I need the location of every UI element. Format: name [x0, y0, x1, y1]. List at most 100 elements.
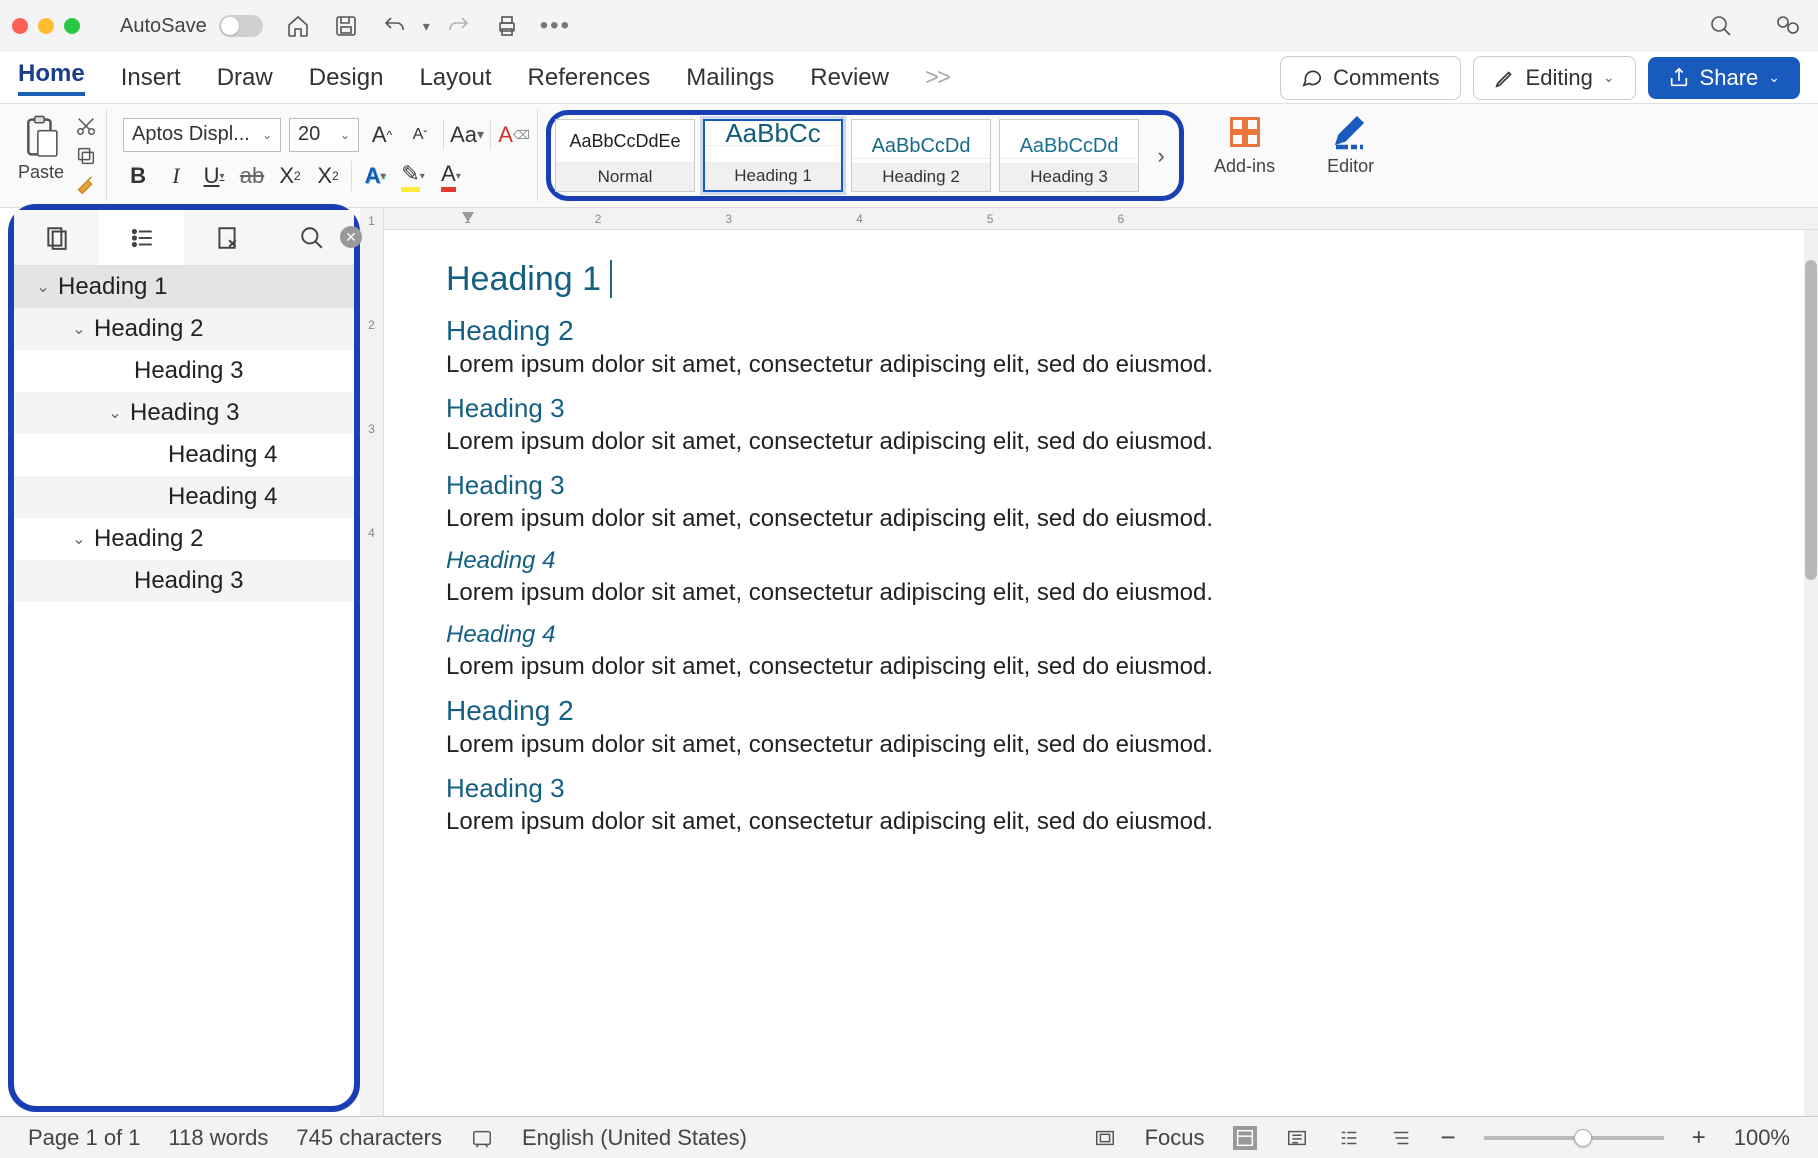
doc-heading[interactable]: Heading 4 — [446, 621, 1804, 649]
word-count[interactable]: 118 words — [169, 1125, 269, 1151]
chevron-down-icon[interactable]: ⌄ — [68, 529, 90, 549]
outline-view-icon[interactable] — [1337, 1126, 1361, 1150]
doc-heading[interactable]: Heading 3 — [446, 393, 1804, 424]
page-count[interactable]: Page 1 of 1 — [28, 1125, 141, 1151]
style-normal[interactable]: AaBbCcDdEeNormal — [555, 119, 695, 192]
tab-mailings[interactable]: Mailings — [686, 64, 774, 92]
close-window-icon[interactable] — [12, 18, 28, 34]
style-heading-2[interactable]: AaBbCcDdHeading 2 — [851, 119, 991, 192]
outline-item[interactable]: ⌄Heading 2 — [14, 518, 354, 560]
tab-home[interactable]: Home — [18, 60, 85, 96]
draft-view-icon[interactable] — [1389, 1126, 1413, 1150]
close-pane-icon[interactable]: ✕ — [340, 226, 362, 248]
chevron-down-icon[interactable]: ⌄ — [68, 319, 90, 339]
font-size-selector[interactable]: 20⌄ — [289, 118, 359, 152]
document-page[interactable]: Heading 1 Heading 2 Lorem ipsum dolor sit… — [384, 230, 1804, 1116]
style-heading-3[interactable]: AaBbCcDdHeading 3 — [999, 119, 1139, 192]
doc-paragraph[interactable]: Lorem ipsum dolor sit amet, consectetur … — [446, 428, 1804, 456]
change-case-icon[interactable]: Aa▾ — [452, 120, 482, 150]
tab-draw[interactable]: Draw — [217, 64, 273, 92]
doc-paragraph[interactable]: Lorem ipsum dolor sit amet, consectetur … — [446, 731, 1804, 759]
doc-paragraph[interactable]: Lorem ipsum dolor sit amet, consectetur … — [446, 351, 1804, 379]
thumbnails-tab[interactable] — [14, 210, 99, 265]
copy-icon[interactable] — [74, 144, 98, 168]
focus-label[interactable]: Focus — [1145, 1125, 1205, 1151]
outline-item[interactable]: Heading 3 — [14, 560, 354, 602]
share-button[interactable]: Share ⌄ — [1648, 57, 1800, 99]
zoom-out-button[interactable]: − — [1441, 1122, 1456, 1153]
superscript-button[interactable]: X2 — [313, 161, 343, 191]
undo-icon[interactable] — [381, 13, 407, 39]
tab-layout[interactable]: Layout — [419, 64, 491, 92]
fullscreen-window-icon[interactable] — [64, 18, 80, 34]
minimize-window-icon[interactable] — [38, 18, 54, 34]
font-color-icon[interactable]: A▾ — [436, 161, 466, 191]
outline-item[interactable]: ⌄Heading 3 — [14, 392, 354, 434]
tab-review[interactable]: Review — [810, 64, 889, 92]
doc-paragraph[interactable]: Lorem ipsum dolor sit amet, consectetur … — [446, 579, 1804, 607]
web-layout-icon[interactable] — [1285, 1126, 1309, 1150]
char-count[interactable]: 745 characters — [296, 1125, 442, 1151]
doc-paragraph[interactable]: Lorem ipsum dolor sit amet, consectetur … — [446, 653, 1804, 681]
tab-design[interactable]: Design — [309, 64, 384, 92]
style-heading-1[interactable]: AaBbCcHeading 1 — [703, 119, 843, 192]
headings-tab[interactable] — [99, 210, 184, 265]
doc-heading[interactable]: Heading 3 — [446, 773, 1804, 804]
subscript-button[interactable]: X2 — [275, 161, 305, 191]
more-icon[interactable]: ••• — [540, 12, 571, 40]
format-painter-icon[interactable] — [74, 174, 98, 198]
cut-icon[interactable] — [74, 114, 98, 138]
chevron-down-icon[interactable]: ⌄ — [32, 277, 54, 297]
comments-button[interactable]: Comments — [1280, 56, 1460, 100]
underline-button[interactable]: U▾ — [199, 161, 229, 191]
strikethrough-button[interactable]: ab — [237, 161, 267, 191]
account-icon[interactable] — [1774, 13, 1800, 39]
highlight-icon[interactable]: ✎▾ — [398, 161, 428, 191]
italic-button[interactable]: I — [161, 161, 191, 191]
chevron-down-icon[interactable]: ⌄ — [104, 403, 126, 423]
outline-item[interactable]: Heading 4 — [14, 476, 354, 518]
doc-heading[interactable]: Heading 4 — [446, 547, 1804, 575]
outline-item[interactable]: Heading 3 — [14, 350, 354, 392]
home-icon[interactable] — [285, 13, 311, 39]
text-effects-icon[interactable]: A▾ — [360, 161, 390, 191]
doc-heading-1[interactable]: Heading 1 — [446, 260, 1804, 299]
grow-font-icon[interactable]: A^ — [367, 120, 397, 150]
doc-heading[interactable]: Heading 2 — [446, 315, 1804, 347]
zoom-knob[interactable] — [1574, 1129, 1592, 1147]
zoom-level[interactable]: 100% — [1734, 1125, 1790, 1151]
doc-heading[interactable]: Heading 2 — [446, 695, 1804, 727]
language[interactable]: English (United States) — [522, 1125, 747, 1151]
font-selector[interactable]: Aptos Displ...⌄ — [123, 118, 281, 152]
zoom-in-button[interactable]: + — [1692, 1124, 1706, 1152]
addins-button[interactable]: Add-ins — [1200, 114, 1289, 177]
redo-icon[interactable] — [446, 13, 472, 39]
undo-dropdown[interactable]: ▾ — [423, 18, 430, 35]
outline-item[interactable]: Heading 4 — [14, 434, 354, 476]
vertical-scrollbar[interactable] — [1804, 230, 1818, 1116]
review-tab[interactable] — [184, 210, 269, 265]
outline-item[interactable]: ⌄Heading 1 — [14, 266, 354, 308]
print-layout-icon[interactable] — [1233, 1126, 1257, 1150]
save-icon[interactable] — [333, 13, 359, 39]
shrink-font-icon[interactable]: Aˇ — [405, 120, 435, 150]
editor-button[interactable]: Editor — [1313, 114, 1388, 177]
search-icon[interactable] — [1708, 13, 1734, 39]
zoom-slider[interactable] — [1484, 1136, 1664, 1140]
tabs-overflow[interactable]: >> — [925, 64, 949, 92]
styles-next-icon[interactable]: › — [1147, 119, 1175, 192]
focus-icon[interactable] — [1093, 1126, 1117, 1150]
print-icon[interactable] — [494, 13, 520, 39]
clear-format-icon[interactable]: A⌫ — [499, 120, 529, 150]
tab-insert[interactable]: Insert — [121, 64, 181, 92]
doc-heading[interactable]: Heading 3 — [446, 470, 1804, 501]
doc-paragraph[interactable]: Lorem ipsum dolor sit amet, consectetur … — [446, 505, 1804, 533]
autosave-toggle[interactable] — [219, 15, 263, 37]
accessibility-icon[interactable] — [470, 1126, 494, 1150]
paste-label[interactable]: Paste — [18, 162, 64, 183]
bold-button[interactable]: B — [123, 161, 153, 191]
editing-mode-button[interactable]: Editing ⌄ — [1473, 56, 1636, 100]
outline-item[interactable]: ⌄Heading 2 — [14, 308, 354, 350]
scrollbar-thumb[interactable] — [1805, 260, 1817, 580]
tab-references[interactable]: References — [528, 64, 651, 92]
